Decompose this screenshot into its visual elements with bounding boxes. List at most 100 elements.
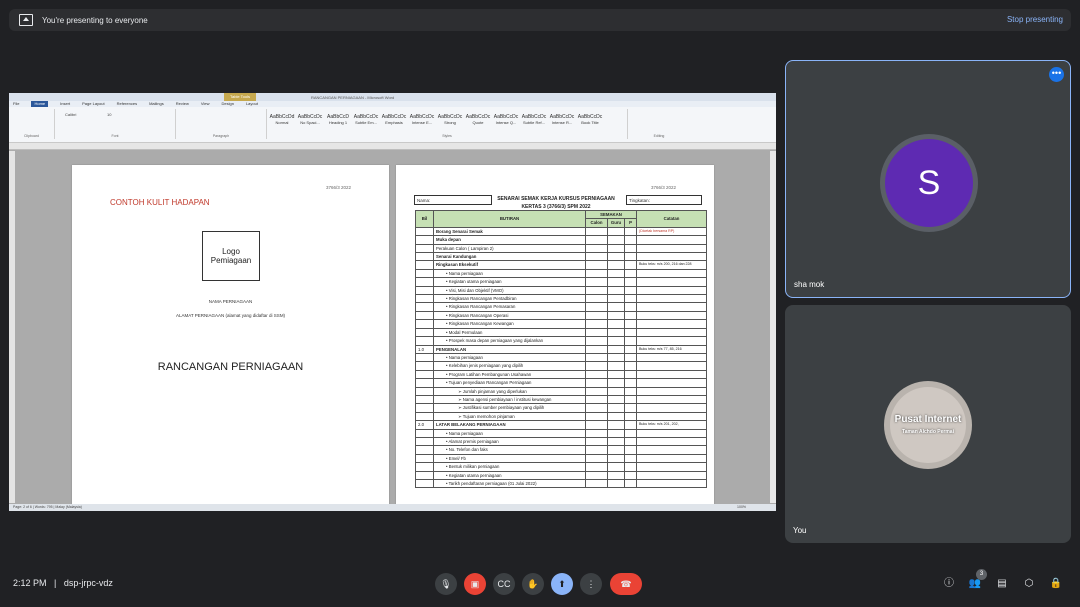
check-cell [585,243,608,254]
row-number [415,336,434,346]
table-row: Muka depan [415,235,708,245]
check-cell [623,327,638,338]
check-cell [607,352,625,363]
raise-hand-button[interactable]: ✋ [522,573,544,595]
end-call-button[interactable]: ☎ [610,573,642,595]
row-number [415,260,434,270]
check-cell [623,428,638,438]
vertical-ruler [9,151,15,503]
check-cell [607,285,625,296]
check-cell [607,470,625,481]
row-number [415,478,434,489]
check-cell [585,369,608,380]
more-options-icon[interactable]: ••• [1049,67,1064,82]
row-number [415,378,434,388]
checklist-table: Bil BUTIRAN SEMAKAN Catatan Calon Guru P Bora… [415,209,708,489]
row-item-text: • Prospek masa depan perniagaan yang dij… [433,336,586,346]
row-item-text: • Tarikh pendaftaran perniagaan (01 Jula… [433,478,586,489]
participant-tile-you[interactable]: Pusat Internet Taman Alchdo Permai You [785,305,1071,543]
check-cell [607,252,625,262]
microphone-button[interactable]: 🎙 [435,573,457,595]
shared-screen: Table Tools RANCANGAN PERNIAGAAN - Micro… [9,93,776,511]
participant-tile-sha-mok[interactable]: ••• S sha mok [785,60,1071,298]
row-note [636,453,708,464]
header-p: P [623,218,638,228]
table-row: • Nama perniagaan [415,268,708,279]
check-cell [585,394,608,405]
check-cell [623,369,638,380]
check-cell [607,369,625,380]
doc-page-2: 3766/3 2022 Nama: SENARAI SEMAK KERJA KU… [396,165,714,505]
meeting-details-icon[interactable]: ⓘ [942,577,956,591]
row-note [636,470,708,481]
row-number [415,386,434,396]
table-row: • Program Latihan Pembangunan Usahawan [415,369,708,380]
row-item-text: • Ringkasan Rancangan Operasi [433,310,586,321]
style-emphasis: AaBbCcDc Emphasis [381,114,407,125]
check-cell [585,336,608,346]
header-guru: Guru [607,218,625,228]
logo-line-1: Logo [222,247,240,256]
row-note [636,277,708,287]
avatar-logo-subtext: Taman Alchdo Permai [902,429,954,435]
check-cell [623,378,638,388]
more-options-button[interactable]: ⋮ [580,573,602,595]
chat-icon[interactable]: ▤ [995,577,1009,591]
check-cell [585,403,608,413]
row-item-text: Ringkasan Eksekutif [433,260,586,270]
row-note [636,445,708,455]
check-cell [585,445,608,455]
row-number [415,369,434,380]
captions-button[interactable]: CC [493,573,515,595]
doc-page-1: 3766/3 2022 CONTOH KULIT HADAPAN Logo Pem… [72,165,389,505]
avatar: Pusat Internet Taman Alchdo Permai [884,381,972,469]
business-name-line: NAMA PERNIAGAAN [208,299,253,304]
clock-time: 2:12 PM [13,578,47,588]
row-number [415,268,434,279]
style-book-title: AaBbCcDc Book Title [577,114,603,125]
check-cell [607,453,625,464]
row-note [636,378,708,388]
stop-presenting-button[interactable]: Stop presenting [1007,15,1063,24]
editing-group: Editing [653,134,665,138]
check-cell [623,411,638,422]
row-item-text: • Ringkasan Rancangan Kewangan [433,319,586,329]
row-note [636,327,708,338]
present-now-button[interactable]: ⬆ [551,573,573,595]
logo-placeholder: Logo Pemiagaan [202,231,260,281]
check-cell [585,361,608,371]
check-cell [623,386,638,396]
camera-off-button[interactable]: ▣ [464,573,486,595]
check-cell [623,403,638,413]
avatar-logo-text: Pusat Internet [894,414,962,425]
status-text: Page: 2 of 6 | Words: 795 | Malay (Malay… [13,505,82,509]
check-cell [623,302,638,312]
word-status-bar: Page: 2 of 6 | Words: 795 | Malay (Malay… [9,504,776,511]
check-cell [607,436,625,447]
row-number [415,277,434,287]
row-item-text: • Nama perniagaan [433,428,586,438]
row-note [636,403,708,413]
check-cell [623,462,638,472]
header-catatan: Catatan [636,210,708,228]
table-tools-tab: Table Tools [224,93,256,101]
row-note: Buku teks: m/s 77, 85, 216 [636,344,708,354]
host-controls-icon[interactable]: 🔒 [1049,577,1063,591]
activities-icon[interactable]: ⬡ [1022,577,1036,591]
business-address-line: ALAMAT PERNIAGAAN (alamat yang didaftar … [175,313,286,318]
check-cell [585,327,608,338]
table-row: • Ringkasan Rancangan Pemasaran [415,302,708,312]
check-cell [623,445,638,455]
row-number [415,294,434,304]
row-item-text: ➢ Tujuan memohon pinjaman [433,411,586,422]
check-cell [585,478,608,489]
row-number [415,302,434,312]
row-number [415,352,434,363]
table-row: 1.0 PENGENALAN Buku teks: m/s 77, 85, 216 [415,344,708,354]
style-normal: AaBbCcDd Normal [269,114,295,125]
check-cell [585,386,608,396]
table-row: • Kegiatan utama perniagaan [415,277,708,287]
cover-heading: CONTOH KULIT HADAPAN [110,198,210,207]
check-cell [607,235,625,245]
row-number [415,436,434,447]
